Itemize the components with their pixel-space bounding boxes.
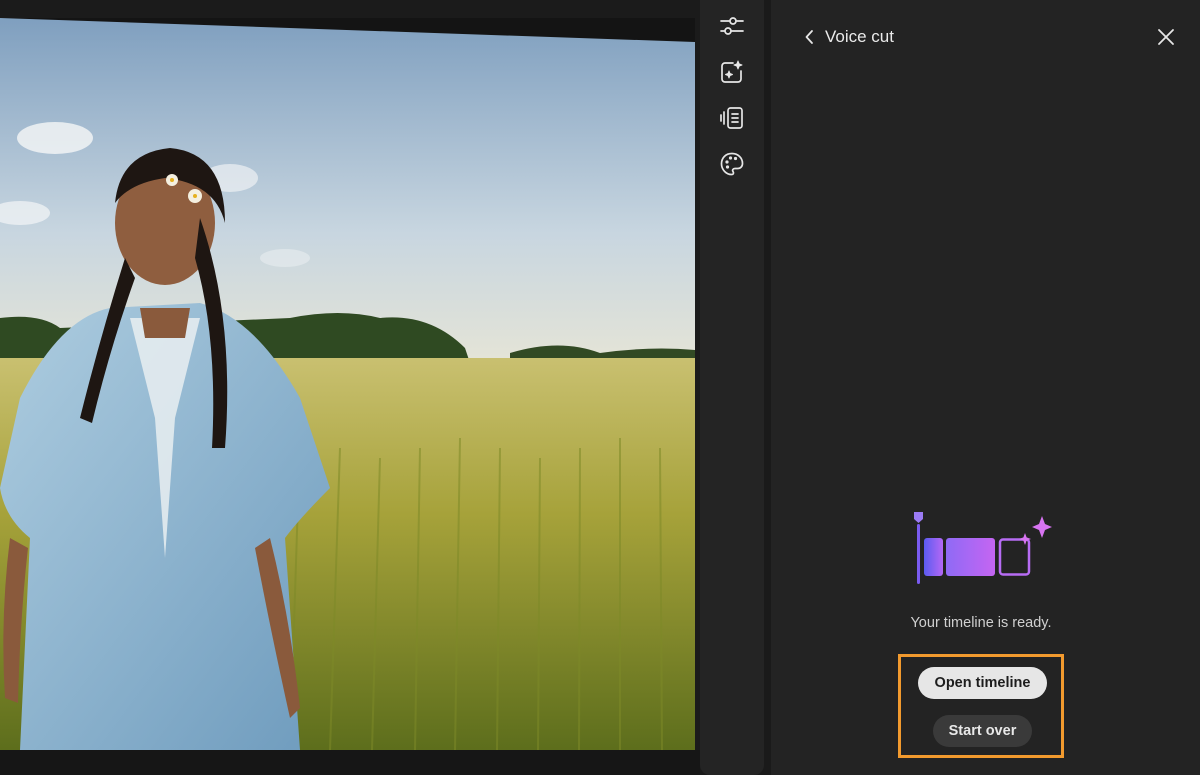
chevron-left-icon (805, 30, 813, 44)
preview-bottom-bar (0, 750, 700, 775)
ai-magic-icon (721, 60, 743, 83)
color-palette-icon (720, 152, 744, 176)
panel-header: Voice cut (771, 0, 1200, 72)
transcript-icon (720, 107, 743, 129)
transcript-button[interactable] (712, 98, 752, 138)
adjustments-button[interactable] (712, 6, 752, 46)
video-frame-image (0, 18, 695, 750)
close-icon (1158, 29, 1174, 45)
color-button[interactable] (712, 144, 752, 184)
preview-area (0, 0, 700, 775)
video-preview-frame[interactable] (0, 18, 695, 750)
tool-rail (700, 0, 764, 775)
voice-cut-panel: Voice cut Your timeline is ready. Open t… (771, 0, 1200, 775)
adjustments-sliders-icon (720, 17, 744, 35)
close-button[interactable] (1154, 25, 1178, 49)
ai-tools-button[interactable] (712, 52, 752, 92)
timeline-ready-status: Your timeline is ready. (910, 615, 1052, 631)
timeline-ready-illustration-icon (914, 512, 1052, 584)
start-over-button[interactable]: Start over (933, 715, 1032, 747)
panel-title: Voice cut (825, 27, 894, 46)
open-timeline-button[interactable]: Open timeline (918, 667, 1047, 699)
back-button[interactable] (799, 26, 821, 48)
